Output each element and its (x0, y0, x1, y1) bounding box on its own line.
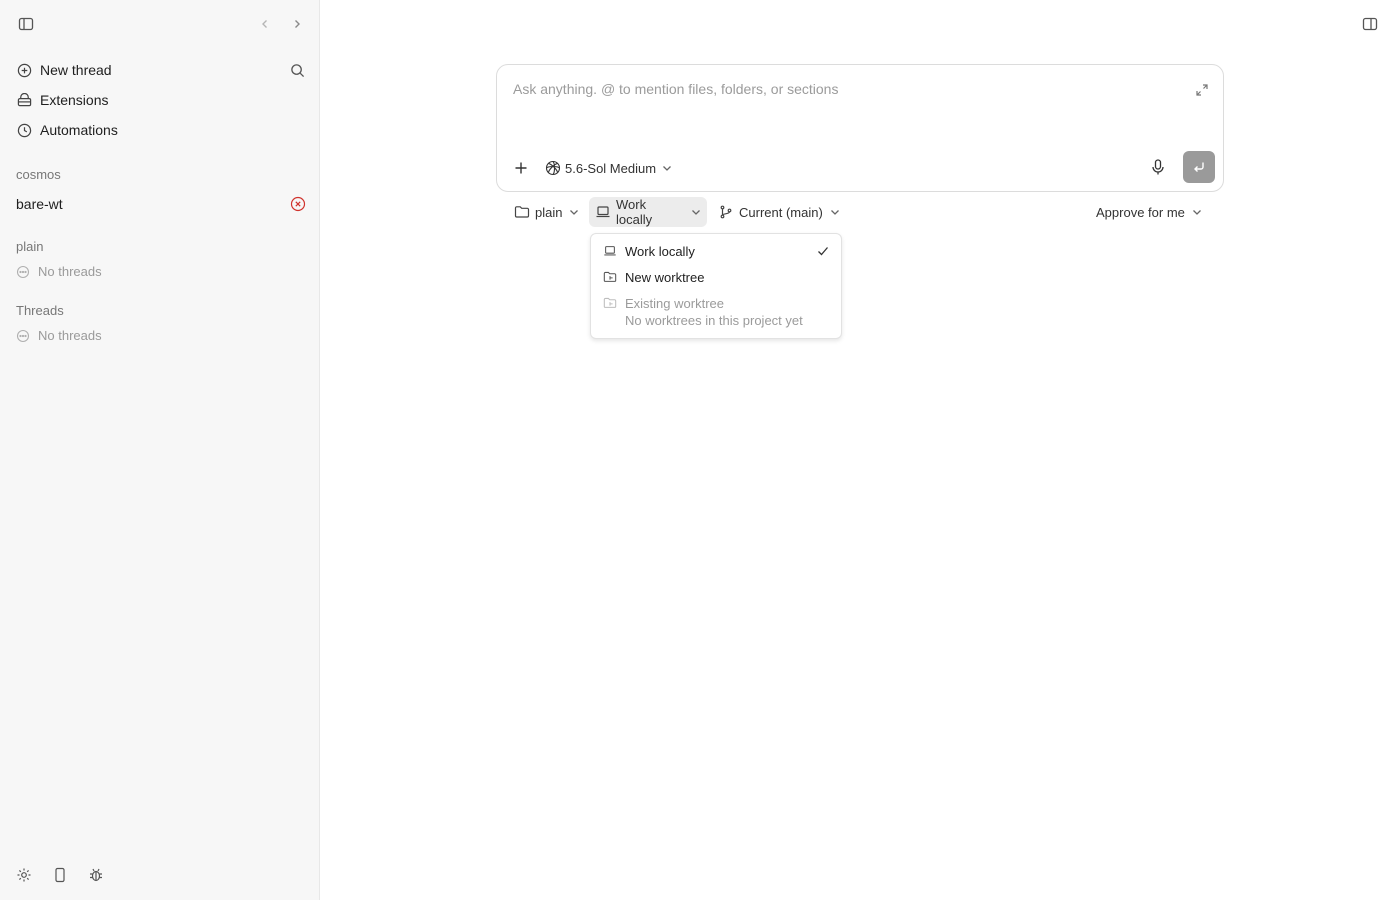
folder-icon (514, 204, 530, 220)
branch-icon (718, 204, 734, 220)
menu-item-new-worktree[interactable]: New worktree (603, 269, 831, 285)
empty-threads-plain: No threads (16, 264, 102, 279)
sidebar: New thread Extensions Automations cosmos… (0, 0, 320, 900)
menu-item-work-locally[interactable]: Work locally (603, 243, 831, 259)
nav-automations[interactable]: Automations (8, 116, 312, 144)
nav-new-thread[interactable]: New thread (8, 56, 312, 84)
laptop-icon (603, 244, 617, 258)
chevron-right-icon[interactable] (287, 14, 307, 34)
add-attachment-button[interactable] (511, 158, 531, 178)
worktree-icon (603, 296, 617, 310)
empty-icon (16, 265, 30, 279)
laptop-icon (595, 204, 611, 220)
composer: Ask anything. @ to mention files, folder… (496, 64, 1224, 192)
send-button[interactable] (1183, 151, 1215, 183)
location-selector-button[interactable]: Work locally (589, 197, 707, 227)
checkmark-icon (817, 245, 829, 257)
error-circle-icon[interactable] (290, 196, 306, 212)
empty-text: No threads (38, 264, 102, 279)
empty-threads-threads: No threads (16, 328, 102, 343)
menu-item-label: New worktree (625, 269, 705, 285)
model-selector-button[interactable]: 5.6-Sol Medium (545, 157, 672, 179)
location-menu: Work locally New worktree Existing workt… (590, 233, 842, 339)
approval-label: Approve for me (1096, 204, 1185, 220)
project-row[interactable]: bare-wt (16, 193, 306, 215)
nav-label: Extensions (40, 92, 109, 108)
existing-worktree-hint: No worktrees in this project yet (625, 313, 803, 328)
folder-selector-button[interactable]: plain (508, 197, 585, 227)
folder-label: plain (535, 204, 563, 220)
org-label: cosmos (16, 167, 61, 182)
branch-label: Current (main) (739, 204, 823, 220)
empty-text: No threads (38, 328, 102, 343)
chevron-left-icon[interactable] (255, 14, 275, 34)
group-label-threads: Threads (16, 303, 64, 318)
search-icon[interactable] (287, 60, 307, 80)
phone-icon[interactable] (51, 866, 69, 884)
chevron-down-icon (569, 207, 579, 217)
chevron-down-icon (691, 207, 701, 217)
microphone-icon[interactable] (1149, 158, 1167, 176)
sidebar-toggle-icon[interactable] (16, 14, 36, 34)
model-label: 5.6-Sol Medium (565, 160, 657, 176)
model-logo-icon (545, 160, 561, 176)
extensions-icon (16, 92, 32, 108)
location-label: Work locally (616, 197, 653, 227)
prompt-input[interactable]: Ask anything. @ to mention files, folder… (513, 81, 838, 97)
menu-item-existing-worktree: Existing worktree (603, 295, 831, 311)
chevron-down-icon (662, 163, 672, 173)
expand-icon[interactable] (1195, 83, 1209, 97)
clock-icon (16, 122, 32, 138)
panel-toggle-icon[interactable] (1360, 14, 1380, 34)
approval-mode-button[interactable]: Approve for me (1090, 197, 1208, 227)
nav-extensions[interactable]: Extensions (8, 86, 312, 114)
empty-icon (16, 329, 30, 343)
nav-label: Automations (40, 122, 118, 138)
menu-item-label: Work locally (625, 243, 695, 259)
settings-icon[interactable] (15, 866, 33, 884)
branch-selector-button[interactable]: Current (main) (712, 197, 846, 227)
chevron-down-icon (830, 207, 840, 217)
menu-item-label: Existing worktree (625, 295, 724, 311)
worktree-icon (603, 270, 617, 284)
chevron-down-icon (1192, 207, 1202, 217)
plus-circle-icon (16, 62, 32, 78)
nav-label: New thread (40, 62, 112, 78)
bug-icon[interactable] (87, 866, 105, 884)
group-label-plain: plain (16, 239, 44, 254)
project-name: bare-wt (16, 196, 63, 212)
